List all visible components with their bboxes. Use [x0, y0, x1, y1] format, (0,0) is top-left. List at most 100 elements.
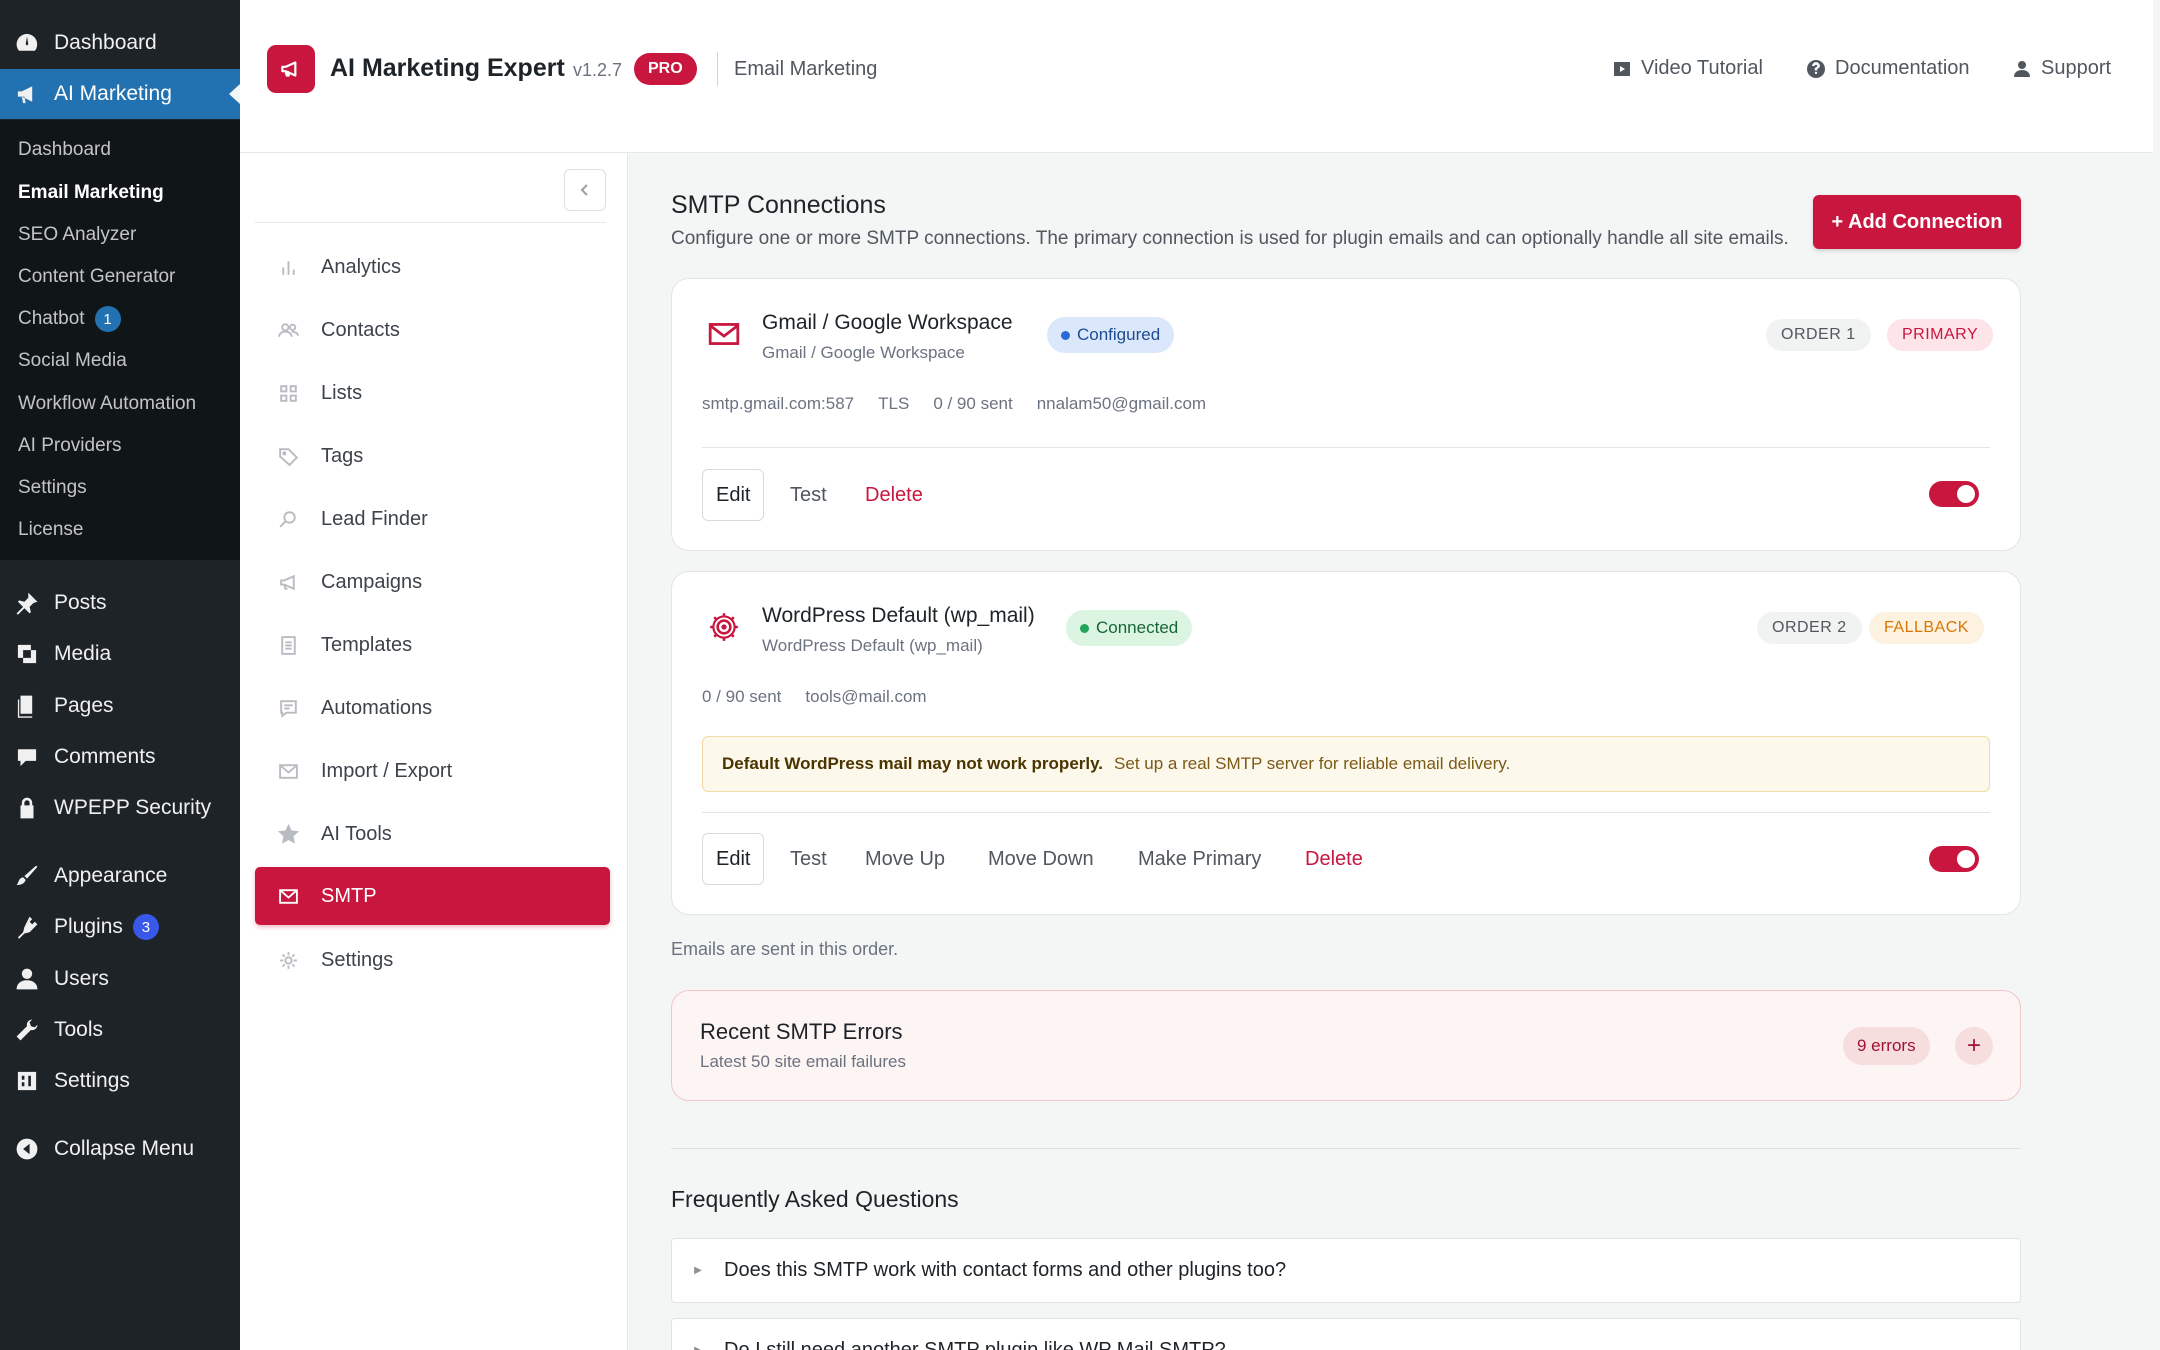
wp-menu-settings[interactable]: Settings	[0, 1056, 240, 1106]
gear-icon	[255, 950, 321, 971]
nav-contacts[interactable]: Contacts	[255, 301, 610, 359]
submenu-workflow-automation[interactable]: Workflow Automation	[18, 388, 196, 420]
nav-label: Templates	[321, 633, 413, 656]
wp-menu-wpepp-security[interactable]: WPEPP Security	[0, 783, 240, 833]
video-icon	[1614, 61, 1630, 76]
user-icon	[0, 966, 54, 992]
link-label: Documentation	[1835, 57, 1970, 79]
documentation-link[interactable]: Documentation	[1806, 57, 1970, 80]
wp-menu-media[interactable]: Media	[0, 629, 240, 679]
wp-menu-label: Comments	[54, 745, 156, 768]
nav-smtp[interactable]: SMTP	[255, 867, 610, 925]
submenu-content-generator[interactable]: Content Generator	[18, 261, 175, 293]
expand-errors-button[interactable]: +	[1955, 1027, 1993, 1065]
enable-toggle[interactable]	[1929, 846, 1979, 872]
comment-icon	[0, 744, 54, 770]
video-tutorial-link[interactable]: Video Tutorial	[1612, 57, 1763, 80]
submenu-chatbot[interactable]: Chatbot 1	[18, 303, 121, 335]
settings-icon	[0, 1068, 54, 1094]
connection-subtitle: WordPress Default (wp_mail)	[762, 636, 983, 655]
tag-icon	[255, 446, 321, 467]
submenu-ai-providers[interactable]: AI Providers	[18, 430, 121, 462]
delete-button[interactable]: Delete	[1305, 833, 1363, 885]
submenu-seo-analyzer[interactable]: SEO Analyzer	[18, 219, 136, 251]
wp-menu-label: AI Marketing	[54, 82, 172, 105]
nav-divider	[255, 222, 606, 223]
wp-menu-tools[interactable]: Tools	[0, 1005, 240, 1055]
support-icon	[2014, 60, 2030, 77]
wp-menu-label: Tools	[54, 1018, 104, 1041]
nav-automations[interactable]: Automations	[255, 679, 610, 737]
enable-toggle[interactable]	[1929, 481, 1979, 507]
wp-menu-collapse[interactable]: Collapse Menu	[0, 1124, 240, 1174]
submenu-social-media[interactable]: Social Media	[18, 345, 127, 377]
page-description: Configure one or more SMTP connections. …	[671, 228, 1789, 249]
page-title: SMTP Connections	[671, 191, 886, 219]
test-button[interactable]: Test	[790, 833, 827, 885]
grid-icon	[255, 383, 321, 404]
nav-tags[interactable]: Tags	[255, 427, 610, 485]
edit-button[interactable]: Edit	[702, 469, 765, 521]
move-down-button[interactable]: Move Down	[988, 833, 1094, 885]
wp-menu-users[interactable]: Users	[0, 954, 240, 1004]
document-icon	[255, 635, 321, 656]
support-link[interactable]: Support	[2012, 57, 2111, 80]
move-up-button[interactable]: Move Up	[865, 833, 945, 885]
sent-count: 0 / 90 sent	[933, 394, 1013, 413]
wp-menu-label: WPEPP Security	[54, 796, 212, 819]
submenu-email-marketing[interactable]: Email Marketing	[18, 177, 164, 209]
edit-button[interactable]: Edit	[702, 833, 765, 885]
nav-label: Lead Finder	[321, 507, 428, 530]
smtp-encryption: TLS	[878, 394, 910, 413]
submenu-settings[interactable]: Settings	[18, 472, 87, 504]
users-icon	[255, 320, 321, 341]
wp-menu-dashboard[interactable]: Dashboard	[0, 18, 240, 68]
faq-item[interactable]: ▶ Does this SMTP work with contact forms…	[671, 1238, 2021, 1303]
nav-campaigns[interactable]: Campaigns	[255, 553, 610, 611]
nav-lists[interactable]: Lists	[255, 364, 610, 422]
connection-meta: smtp.gmail.com:587 TLS 0 / 90 sent nnala…	[702, 394, 1206, 414]
nav-templates[interactable]: Templates	[255, 616, 610, 674]
nav-label: SMTP	[321, 884, 377, 907]
collapse-nav-button[interactable]	[564, 169, 606, 211]
primary-badge: PRIMARY	[1887, 319, 1994, 351]
add-connection-button[interactable]: + Add Connection	[1813, 195, 2021, 249]
warning-title: Default WordPress mail may not work prop…	[722, 754, 1104, 773]
wp-menu-posts[interactable]: Posts	[0, 578, 240, 628]
nav-lead-finder[interactable]: Lead Finder	[255, 490, 610, 548]
wp-menu-pages[interactable]: Pages	[0, 681, 240, 731]
faq-item[interactable]: ▶ Do I still need another SMTP plugin li…	[671, 1318, 2021, 1350]
status-dot	[1080, 623, 1089, 633]
pro-badge: PRO	[634, 53, 697, 85]
nav-ai-tools[interactable]: AI Tools	[255, 805, 610, 863]
nav-settings[interactable]: Settings	[255, 931, 610, 989]
wp-menu-plugins[interactable]: Plugins 3	[0, 902, 240, 952]
nav-import-export[interactable]: Import / Export	[255, 742, 610, 800]
wp-menu-label: Users	[54, 967, 109, 990]
delete-button[interactable]: Delete	[865, 469, 923, 521]
lock-icon	[0, 795, 54, 821]
wp-menu-ai-marketing[interactable]: AI Marketing	[0, 69, 240, 119]
wp-menu-comments[interactable]: Comments	[0, 732, 240, 782]
status-dot	[1061, 330, 1070, 340]
submenu-dashboard[interactable]: Dashboard	[18, 134, 111, 166]
status-label: Connected	[1096, 618, 1179, 637]
wp-menu-appearance[interactable]: Appearance	[0, 851, 240, 901]
from-email: tools@mail.com	[805, 687, 927, 706]
nav-label: Analytics	[321, 255, 402, 278]
nav-label: Import / Export	[321, 759, 453, 782]
wp-menu-label: Plugins	[54, 915, 123, 938]
order-badge: ORDER 1	[1766, 319, 1871, 351]
connection-name: WordPress Default (wp_mail)	[762, 604, 1035, 627]
make-primary-button[interactable]: Make Primary	[1138, 833, 1261, 885]
faq-question: Do I still need another SMTP plugin like…	[724, 1339, 1226, 1350]
wp-menu-label: Media	[54, 642, 112, 665]
nav-analytics[interactable]: Analytics	[255, 238, 610, 296]
test-button[interactable]: Test	[790, 469, 827, 521]
recent-errors-panel[interactable]: Recent SMTP Errors Latest 50 site email …	[671, 990, 2021, 1101]
submenu-license[interactable]: License	[18, 514, 84, 546]
message-icon	[255, 698, 321, 719]
connection-subtitle: Gmail / Google Workspace	[762, 343, 965, 362]
wordpress-gear-icon	[706, 609, 742, 645]
card-divider	[702, 447, 1990, 448]
